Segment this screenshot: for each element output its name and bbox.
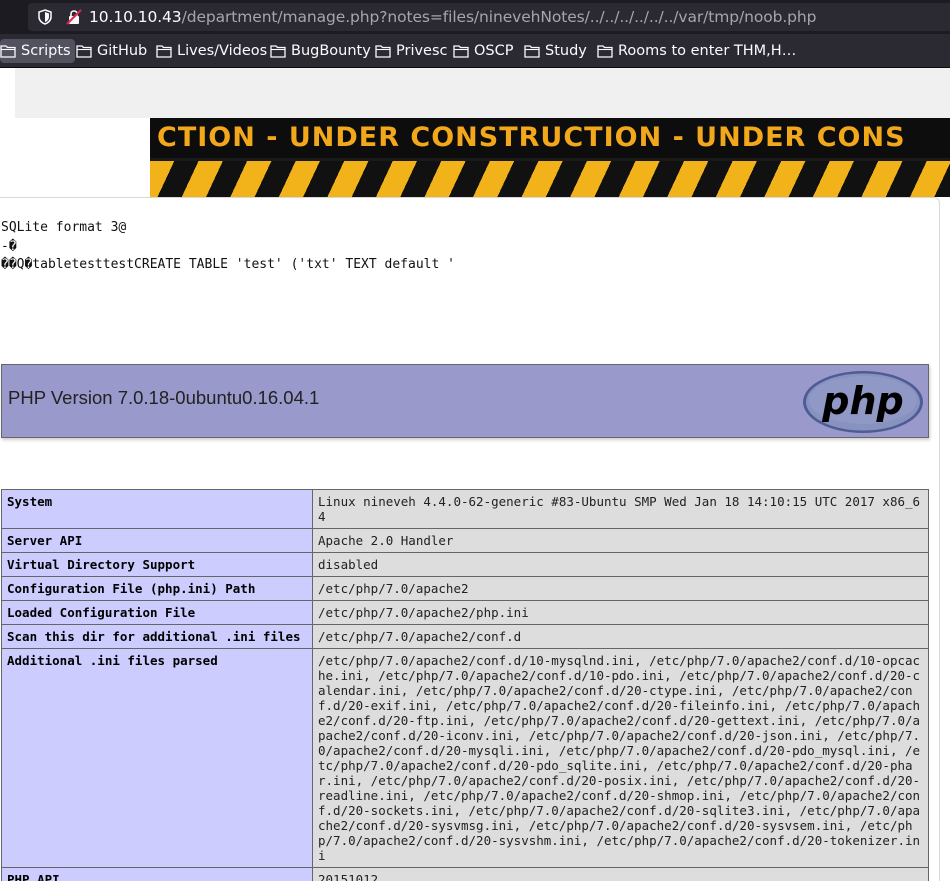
url-text[interactable]: 10.10.10.43/department/manage.php?notes=… (89, 8, 816, 26)
folder-icon (270, 45, 286, 58)
php-logo-icon[interactable]: php (802, 370, 924, 434)
bookmark-github[interactable]: GitHub (76, 39, 147, 63)
bookmark-label: Rooms to enter THM,H… (618, 43, 797, 59)
folder-icon (375, 45, 391, 58)
bookmark-label: OSCP (474, 43, 514, 59)
bookmark-oscp[interactable]: OSCP (453, 39, 514, 63)
table-row: Virtual Directory Support disabled (1, 552, 929, 577)
sqlite-line: -� (1, 238, 17, 254)
row-key: Scan this dir for additional .ini files (1, 624, 313, 649)
bookmark-label: Scripts (21, 43, 71, 59)
row-key: System (1, 489, 313, 529)
table-row: Configuration File (php.ini) Path/etc/ph… (1, 576, 929, 601)
banner-text: CTION - UNDER CONSTRUCTION - UNDER CONS (157, 122, 906, 153)
row-key: Loaded Configuration File (1, 600, 313, 625)
sqlite-line: ��Q�tabletesttestCREATE TABLE 'test' ('t… (1, 257, 455, 272)
bookmark-study[interactable]: Study (524, 39, 587, 63)
table-row: Additional .ini files parsed/etc/php/7.0… (1, 648, 929, 868)
table-row: Scan this dir for additional .ini files /… (1, 624, 929, 649)
sqlite-dump: SQLite format 3@ -� ��Q�tabletesttestCREAT… (1, 219, 455, 275)
bookmark-rooms-to-enter-thm-h[interactable]: Rooms to enter THM,H… (597, 39, 796, 63)
row-value: 20151012 (312, 867, 929, 881)
bookmark-label: GitHub (97, 43, 148, 59)
row-key: Additional .ini files parsed (1, 648, 313, 868)
bookmark-label: Study (545, 43, 587, 59)
folder-icon (524, 45, 540, 58)
address-field[interactable]: 10.10.10.43/department/manage.php?notes=… (28, 3, 950, 31)
tracking-shield-icon[interactable] (38, 9, 52, 25)
folder-icon (156, 45, 172, 58)
bookmark-label: BugBounty (291, 43, 371, 59)
bookmarks-toolbar: Scripts GitHub Lives/Videos BugBounty Prives… (0, 34, 950, 68)
php-logo-text: php (821, 379, 903, 423)
browser-url-bar: 10.10.10.43/department/manage.php?notes=… (0, 0, 950, 34)
row-key: Virtual Directory Support (1, 552, 313, 577)
row-key: Configuration File (php.ini) Path (1, 576, 313, 601)
row-value: /etc/php/7.0/apache2/conf.d (312, 624, 929, 649)
folder-icon (76, 45, 92, 58)
page-header-bar (15, 68, 950, 118)
sqlite-line: SQLite format 3@ (1, 220, 127, 235)
table-row: PHP API 20151012 (1, 867, 929, 881)
bookmark-scripts[interactable]: Scripts (0, 39, 75, 63)
php-version-title: PHP Version 7.0.18-0ubuntu0.16.04.1 (8, 387, 320, 408)
row-value: Apache 2.0 Handler (312, 528, 929, 553)
phpinfo-table: System Linux nineveh 4.4.0-62-generic #83… (1, 489, 929, 881)
bookmark-privesc[interactable]: Privesc (375, 39, 448, 63)
phpinfo-header: PHP Version 7.0.18-0ubuntu0.16.04.1 php (1, 364, 929, 438)
row-key: PHP API (1, 867, 313, 881)
row-value: /etc/php/7.0/apache2 (312, 576, 929, 601)
row-value: /etc/php/7.0/apache2/conf.d/10-mysqlnd.i… (312, 648, 929, 868)
table-row: Loaded Configuration File/etc/php/7.0/ap… (1, 600, 929, 625)
table-row: Server API Apache 2.0 Handler (1, 528, 929, 553)
bookmark-label: Lives/Videos (177, 43, 268, 59)
folder-icon (453, 45, 469, 58)
hazard-stripes (150, 161, 950, 197)
folder-icon (0, 45, 16, 58)
url-path: /department/manage.php?notes=files/ninev… (181, 8, 817, 26)
under-construction-banner: CTION - UNDER CONSTRUCTION - UNDER CONS (150, 118, 950, 197)
table-row: System Linux nineveh 4.4.0-62-generic #83… (1, 489, 929, 529)
bookmark-bugbounty[interactable]: BugBounty (270, 39, 371, 63)
bookmark-lives-videos[interactable]: Lives/Videos (156, 39, 267, 63)
row-value: disabled (312, 552, 929, 577)
row-value: Linux nineveh 4.4.0-62-generic #83-Ubunt… (312, 489, 929, 529)
bookmark-label: Privesc (396, 43, 448, 59)
row-value: /etc/php/7.0/apache2/php.ini (312, 600, 929, 625)
folder-icon (597, 45, 613, 58)
row-key: Server API (1, 528, 313, 553)
url-host: 10.10.10.43 (89, 8, 182, 26)
insecure-lock-icon[interactable] (66, 9, 82, 25)
